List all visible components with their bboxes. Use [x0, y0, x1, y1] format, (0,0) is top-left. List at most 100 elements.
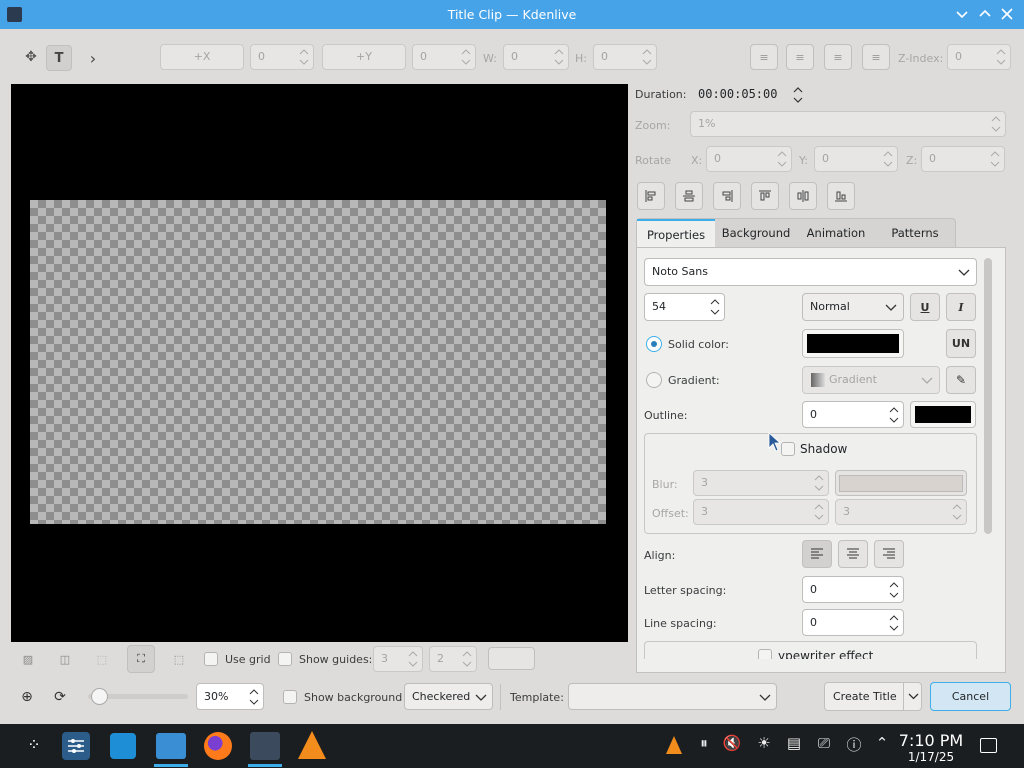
- clock-date[interactable]: 1/17/25: [898, 750, 964, 764]
- guides-v-field[interactable]: 2: [429, 646, 477, 672]
- align-bottom-button[interactable]: [827, 182, 855, 210]
- y-spinner[interactable]: [461, 48, 471, 66]
- font-family-select[interactable]: Noto Sans: [644, 258, 977, 286]
- blur-spinner[interactable]: [814, 474, 824, 492]
- letter-spacing-field[interactable]: 0: [802, 576, 904, 603]
- zoom-field[interactable]: 1%: [690, 111, 1006, 137]
- close-button[interactable]: [998, 5, 1016, 23]
- align-right-button[interactable]: [713, 182, 741, 210]
- offset-x-spinner[interactable]: [814, 503, 824, 521]
- network-icon[interactable]: ⎚: [814, 734, 834, 752]
- font-size-spinner[interactable]: [710, 298, 720, 316]
- properties-scrollbar[interactable]: [984, 258, 992, 534]
- firefox-icon[interactable]: [204, 732, 232, 760]
- font-size-field[interactable]: 54: [644, 293, 725, 321]
- split-view-icon[interactable]: ◫: [56, 650, 74, 668]
- image-icon[interactable]: ▨: [19, 650, 37, 668]
- guides-h-spinner[interactable]: [408, 650, 418, 668]
- select-all-icon[interactable]: ⬚: [93, 650, 111, 668]
- line-spacing-field[interactable]: 0: [802, 609, 904, 636]
- guides-v-spinner[interactable]: [462, 650, 472, 668]
- vlc-icon[interactable]: [298, 731, 326, 759]
- tab-background[interactable]: Background: [715, 219, 797, 247]
- raise-to-top-button[interactable]: ≡: [824, 44, 852, 70]
- outline-color-button[interactable]: [910, 401, 976, 428]
- outline-spinner[interactable]: [889, 406, 899, 424]
- zoom-percent-spinner[interactable]: [249, 688, 259, 706]
- x-spinner[interactable]: [299, 48, 309, 66]
- typewriter-checkbox[interactable]: [758, 649, 772, 659]
- show-desktop-icon[interactable]: [980, 738, 997, 753]
- show-guides-checkbox[interactable]: [278, 652, 292, 666]
- w-field[interactable]: 0: [503, 44, 569, 70]
- letter-spacing-spinner[interactable]: [889, 581, 899, 599]
- offset-y-spinner[interactable]: [952, 503, 962, 521]
- guides-h-field[interactable]: 3: [373, 646, 423, 672]
- show-background-checkbox[interactable]: [283, 690, 297, 704]
- rotate-x-spinner[interactable]: [777, 150, 787, 168]
- use-grid-checkbox[interactable]: [204, 652, 218, 666]
- align-hcenter-button[interactable]: [675, 182, 703, 210]
- clock-time[interactable]: 7:10 PM: [898, 731, 964, 750]
- italic-button[interactable]: I: [946, 293, 976, 321]
- duration-spinner[interactable]: [792, 85, 804, 108]
- rotate-y-field[interactable]: 0: [814, 146, 898, 172]
- gradient-radio[interactable]: [646, 372, 662, 388]
- font-weight-select[interactable]: Normal: [802, 293, 904, 321]
- blur-field[interactable]: 3: [693, 470, 829, 496]
- underline-button[interactable]: U: [910, 293, 940, 321]
- storage-icon[interactable]: ▤: [784, 734, 804, 752]
- tab-properties[interactable]: Properties: [637, 219, 715, 247]
- maximize-button[interactable]: [976, 5, 994, 23]
- text-align-left-button[interactable]: [802, 540, 832, 568]
- discover-store-icon[interactable]: [110, 733, 136, 759]
- gradient-select[interactable]: Gradient: [802, 366, 940, 394]
- x-field[interactable]: 0: [250, 44, 314, 70]
- chevron-right-icon[interactable]: ›: [84, 47, 102, 69]
- h-spinner[interactable]: [642, 48, 652, 66]
- tab-animation[interactable]: Animation: [797, 219, 875, 247]
- fit-zoom-button[interactable]: ⛶: [127, 645, 155, 673]
- brightness-icon[interactable]: ☀: [754, 734, 774, 752]
- raise-item-button[interactable]: ≡: [750, 44, 778, 70]
- y-field[interactable]: 0: [412, 44, 476, 70]
- zoom-in-icon[interactable]: ⊕: [18, 688, 36, 706]
- text-tool-button[interactable]: T: [46, 45, 72, 71]
- align-top-button[interactable]: [751, 182, 779, 210]
- align-vcenter-button[interactable]: [789, 182, 817, 210]
- tray-expand-icon[interactable]: ⌃: [872, 734, 892, 752]
- zoom-spinner[interactable]: [991, 115, 1001, 133]
- outline-field[interactable]: 0: [802, 401, 904, 428]
- solid-color-radio[interactable]: [646, 336, 662, 352]
- zindex-spinner[interactable]: [996, 48, 1006, 66]
- help-icon[interactable]: ⓘ: [844, 734, 864, 755]
- w-spinner[interactable]: [554, 48, 564, 66]
- lower-item-button[interactable]: ≡: [786, 44, 814, 70]
- guide-color-button[interactable]: [488, 647, 535, 670]
- shadow-color-button[interactable]: [835, 470, 967, 496]
- plus-x-button[interactable]: +X: [160, 44, 244, 70]
- lower-to-bottom-button[interactable]: ≡: [862, 44, 890, 70]
- template-select[interactable]: [568, 683, 777, 710]
- file-manager-icon[interactable]: [156, 733, 186, 759]
- text-align-center-button[interactable]: [838, 540, 868, 568]
- offset-x-field[interactable]: 3: [693, 499, 829, 525]
- system-settings-icon[interactable]: [62, 732, 90, 760]
- background-mode-select[interactable]: Checkered: [404, 683, 493, 710]
- media-pause-icon[interactable]: ⏸: [694, 734, 714, 752]
- selection-rect-icon[interactable]: ⬚: [170, 650, 188, 668]
- shadow-checkbox[interactable]: [781, 442, 795, 456]
- move-tool-icon[interactable]: ✥: [20, 46, 42, 68]
- offset-y-field[interactable]: 3: [835, 499, 967, 525]
- create-title-dropdown[interactable]: [903, 682, 922, 711]
- un-button[interactable]: UN: [946, 329, 976, 358]
- volume-muted-icon[interactable]: 🔇: [722, 734, 742, 752]
- zindex-field[interactable]: 0: [947, 44, 1011, 70]
- plus-y-button[interactable]: +Y: [322, 44, 406, 70]
- cancel-button[interactable]: Cancel: [930, 682, 1011, 711]
- zoom-slider-handle[interactable]: [91, 688, 108, 705]
- duration-value[interactable]: 00:00:05:00: [698, 87, 777, 101]
- vlc-tray-icon[interactable]: [666, 736, 682, 754]
- zoom-percent-field[interactable]: 30%: [196, 683, 264, 710]
- chevron-down-icon[interactable]: [953, 5, 971, 23]
